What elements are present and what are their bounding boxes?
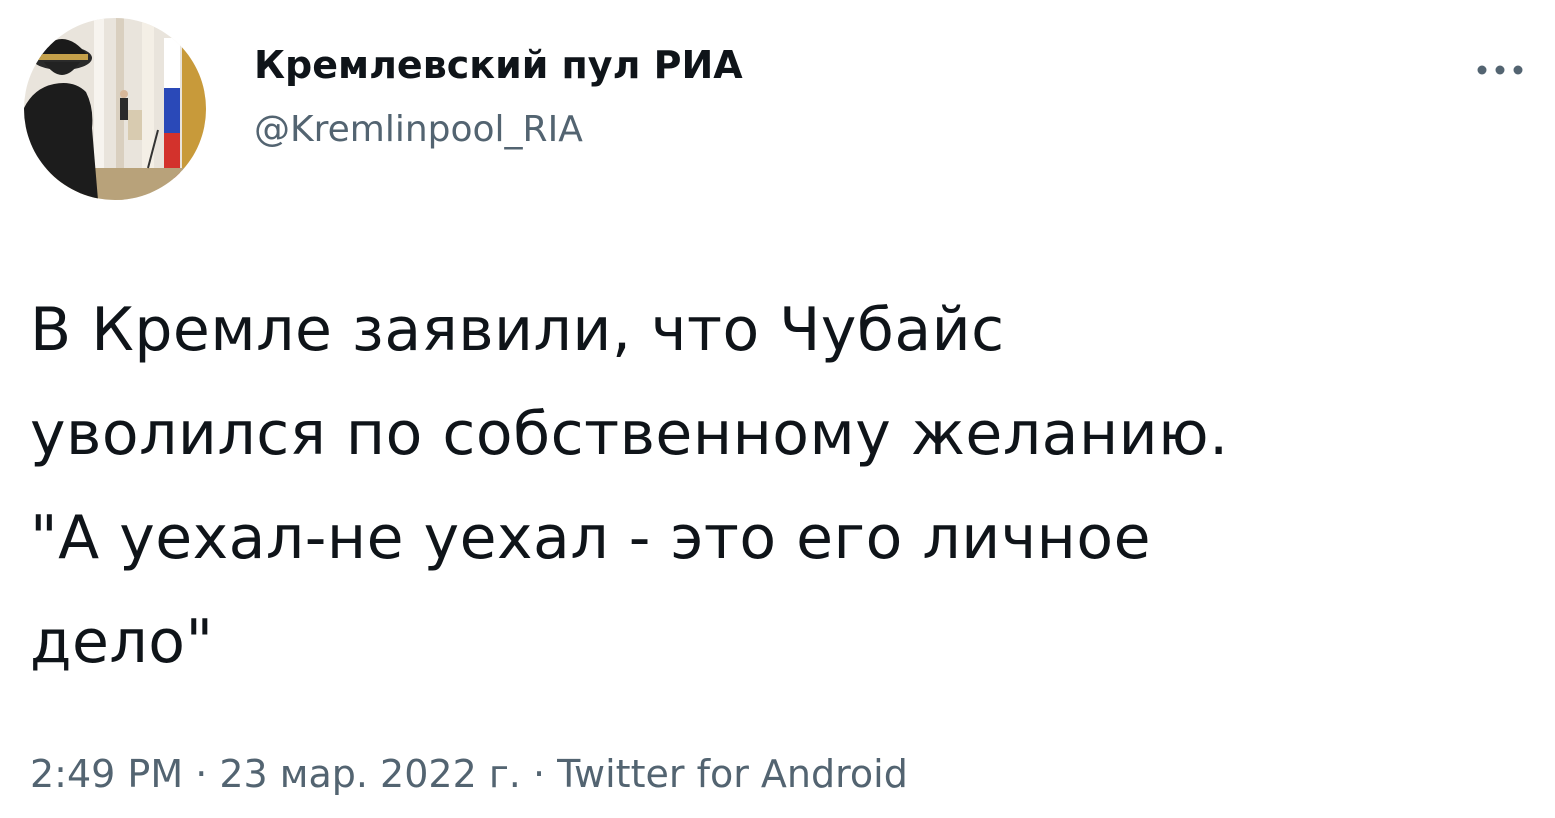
meta-separator: ·	[520, 752, 558, 796]
avatar-photo-icon	[24, 18, 206, 200]
tweet-meta: 2:49 PM · 23 мар. 2022 г. · Twitter for …	[30, 748, 908, 800]
author-handle[interactable]: @Kremlinpool_RIA	[254, 108, 743, 152]
avatar[interactable]	[24, 18, 206, 200]
tweet-text: В Кремле заявили, что Чубайс уволился по…	[30, 278, 1520, 694]
tweet-text-line: "А уехал-не уехал - это его личное	[30, 503, 1151, 573]
tweet-text-line: дело"	[30, 607, 214, 677]
tweet-text-line: уволился по собственному желанию.	[30, 399, 1229, 469]
more-options-button[interactable]	[1468, 50, 1532, 90]
meta-separator: ·	[183, 752, 220, 796]
tweet-source[interactable]: Twitter for Android	[557, 752, 908, 796]
tweet-date[interactable]: 23 мар. 2022 г.	[219, 752, 521, 796]
tweet-time[interactable]: 2:49 PM	[30, 752, 183, 796]
tweet-text-line: В Кремле заявили, что Чубайс	[30, 295, 1005, 365]
tweet: Кремлевский пул РИА @Kremlinpool_RIA В К…	[0, 0, 1555, 818]
tweet-author: Кремлевский пул РИА @Kremlinpool_RIA	[254, 40, 743, 152]
more-horizontal-icon	[1477, 65, 1523, 75]
author-display-name[interactable]: Кремлевский пул РИА	[254, 40, 743, 90]
